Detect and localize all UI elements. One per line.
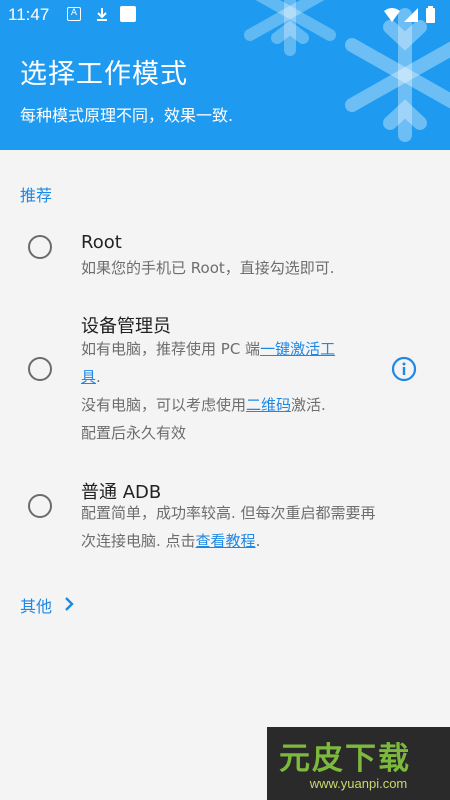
desc-text: 配置后永久有效 bbox=[81, 424, 187, 442]
desc-text: 没有电脑，可以考虑使用 bbox=[81, 396, 247, 414]
radio-root[interactable] bbox=[28, 235, 52, 259]
app-notification-icon bbox=[120, 6, 136, 22]
status-time: 11:47 bbox=[8, 5, 50, 24]
page-title: 选择工作模式 bbox=[20, 59, 188, 90]
option-title: Root bbox=[81, 232, 122, 253]
watermark-url: www.yuanpi.com bbox=[309, 776, 408, 791]
radio-adb[interactable] bbox=[28, 494, 52, 518]
option-device-admin[interactable]: 设备管理员 如有电脑，推荐使用 PC 端一键激活工 具. 没有电脑，可以考虑使用… bbox=[0, 300, 450, 450]
desc-text: 如有电脑，推荐使用 PC 端 bbox=[81, 340, 261, 358]
desc-text: 激活. bbox=[291, 396, 326, 414]
option-description: 如有电脑，推荐使用 PC 端一键激活工 具. 没有电脑，可以考虑使用二维码激活.… bbox=[81, 335, 401, 447]
option-description: 配置简单，成功率较高. 但每次重启都需要再 次连接电脑. 点击查看教程. bbox=[81, 499, 401, 555]
section-label-recommended: 推荐 bbox=[20, 186, 53, 205]
status-bar: 11:47 A bbox=[0, 0, 450, 30]
watermark-brand: 元皮下载 bbox=[279, 741, 411, 777]
watermark-logo: 元皮下载 www.yuanpi.com bbox=[267, 727, 450, 800]
radio-device-admin[interactable] bbox=[28, 357, 52, 381]
battery-icon bbox=[426, 6, 435, 23]
desc-text: . bbox=[96, 368, 101, 386]
download-icon bbox=[97, 8, 107, 21]
desc-text: . bbox=[255, 532, 261, 550]
page-subtitle: 每种模式原理不同，效果一致. bbox=[20, 106, 234, 125]
wifi-icon bbox=[384, 8, 400, 22]
qr-code-link[interactable]: 二维码 bbox=[246, 396, 291, 414]
more-options-link[interactable]: 其他 bbox=[20, 593, 52, 617]
status-icons bbox=[384, 6, 435, 23]
chevron-right-icon[interactable] bbox=[63, 596, 75, 612]
option-description: 如果您的手机已 Root，直接勾选即可. bbox=[81, 259, 335, 277]
option-adb[interactable]: 普通 ADB 配置简单，成功率较高. 但每次重启都需要再 次连接电脑. 点击查看… bbox=[0, 470, 450, 560]
a-notification-icon: A bbox=[67, 7, 81, 21]
desc-text: 配置简单，成功率较高. 但每次重启都需要再 bbox=[81, 504, 376, 522]
info-icon[interactable] bbox=[391, 356, 417, 382]
header: 11:47 A 选择工作模式 每种模式原理不同，效果一致. bbox=[0, 0, 450, 150]
view-tutorial-link[interactable]: 查看教程 bbox=[196, 532, 256, 550]
signal-icon bbox=[404, 8, 418, 22]
option-root[interactable]: Root 如果您的手机已 Root，直接勾选即可. bbox=[0, 222, 450, 292]
one-click-activate-link-cont[interactable]: 具 bbox=[81, 368, 96, 386]
desc-text: 次连接电脑. 点击 bbox=[81, 532, 196, 550]
one-click-activate-link[interactable]: 一键激活工 bbox=[260, 340, 335, 358]
